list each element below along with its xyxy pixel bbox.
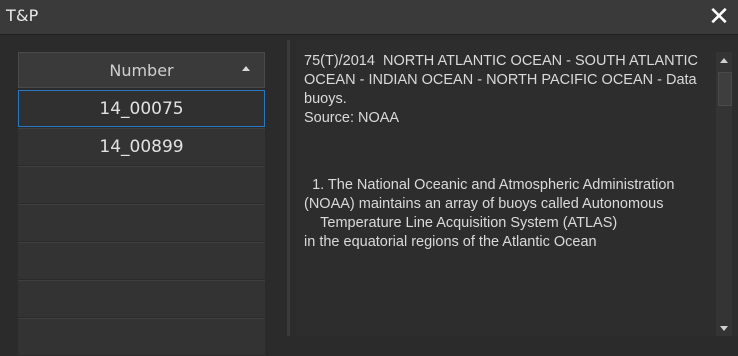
detail-panel: 75(T)/2014 NORTH ATLANTIC OCEAN - SOUTH … bbox=[296, 40, 738, 336]
empty-list-row bbox=[18, 318, 265, 355]
list-item[interactable]: 14_00899 bbox=[18, 128, 265, 165]
down-triangle-icon bbox=[720, 325, 728, 331]
empty-list-row bbox=[18, 280, 265, 317]
list-item[interactable]: 14_00075 bbox=[18, 90, 265, 127]
scrollbar-thumb[interactable] bbox=[718, 72, 732, 106]
sort-ascending-icon bbox=[242, 66, 250, 71]
list-item-number: 14_00899 bbox=[99, 137, 184, 157]
scroll-down-icon[interactable] bbox=[716, 320, 732, 336]
close-icon[interactable]: ✕ bbox=[704, 2, 734, 32]
empty-list-row bbox=[18, 204, 265, 241]
up-triangle-icon bbox=[720, 57, 728, 63]
vertical-scrollbar[interactable] bbox=[716, 52, 732, 336]
column-header-number[interactable]: Number bbox=[18, 52, 265, 88]
empty-list-row bbox=[18, 242, 265, 279]
title-bar: T&P ✕ bbox=[0, 0, 738, 35]
empty-list-row bbox=[18, 166, 265, 203]
notice-header-paragraph: 75(T)/2014 NORTH ATLANTIC OCEAN - SOUTH … bbox=[304, 53, 698, 126]
number-list: 14_00075 14_00899 bbox=[18, 90, 265, 356]
scroll-up-icon[interactable] bbox=[716, 52, 732, 68]
number-list-panel: Number 14_00075 14_00899 bbox=[18, 52, 265, 355]
column-header-label: Number bbox=[109, 60, 174, 80]
window-title: T&P bbox=[6, 6, 39, 25]
list-item-number: 14_00075 bbox=[99, 98, 184, 119]
notice-text[interactable]: 75(T)/2014 NORTH ATLANTIC OCEAN - SOUTH … bbox=[296, 52, 706, 336]
panel-splitter[interactable] bbox=[287, 40, 290, 336]
notice-body-paragraph: 1. The National Oceanic and Atmospheric … bbox=[304, 177, 675, 250]
